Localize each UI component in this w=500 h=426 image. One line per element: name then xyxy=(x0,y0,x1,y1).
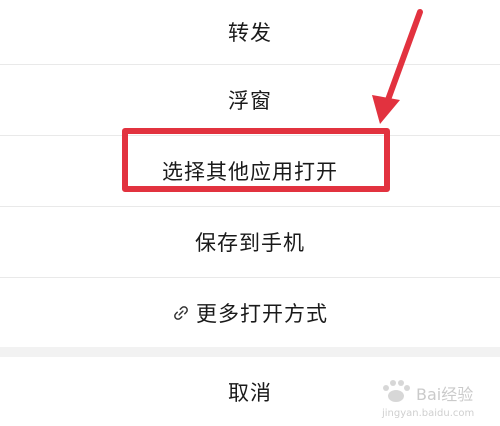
forward-option-label: 转发 xyxy=(228,21,272,45)
float-window-option[interactable]: 浮窗 xyxy=(0,65,500,135)
forward-option[interactable]: 转发 xyxy=(0,0,500,64)
open-with-other-app-option-label: 选择其他应用打开 xyxy=(162,160,338,184)
float-window-option-label: 浮窗 xyxy=(228,89,272,113)
cancel-button[interactable]: 取消 xyxy=(0,357,500,426)
share-action-sheet: 转发 浮窗 选择其他应用打开 保存到手机 更多打开方式 取消 Bai经验 jin… xyxy=(0,0,500,426)
more-open-methods-option[interactable]: 更多打开方式 xyxy=(0,278,500,347)
save-to-phone-option-label: 保存到手机 xyxy=(195,231,305,255)
open-with-other-app-option[interactable]: 选择其他应用打开 xyxy=(0,136,500,206)
link-icon xyxy=(174,305,188,320)
more-open-methods-option-label: 更多打开方式 xyxy=(196,301,328,326)
section-separator xyxy=(0,347,500,357)
cancel-button-label: 取消 xyxy=(228,380,272,405)
save-to-phone-option[interactable]: 保存到手机 xyxy=(0,207,500,277)
